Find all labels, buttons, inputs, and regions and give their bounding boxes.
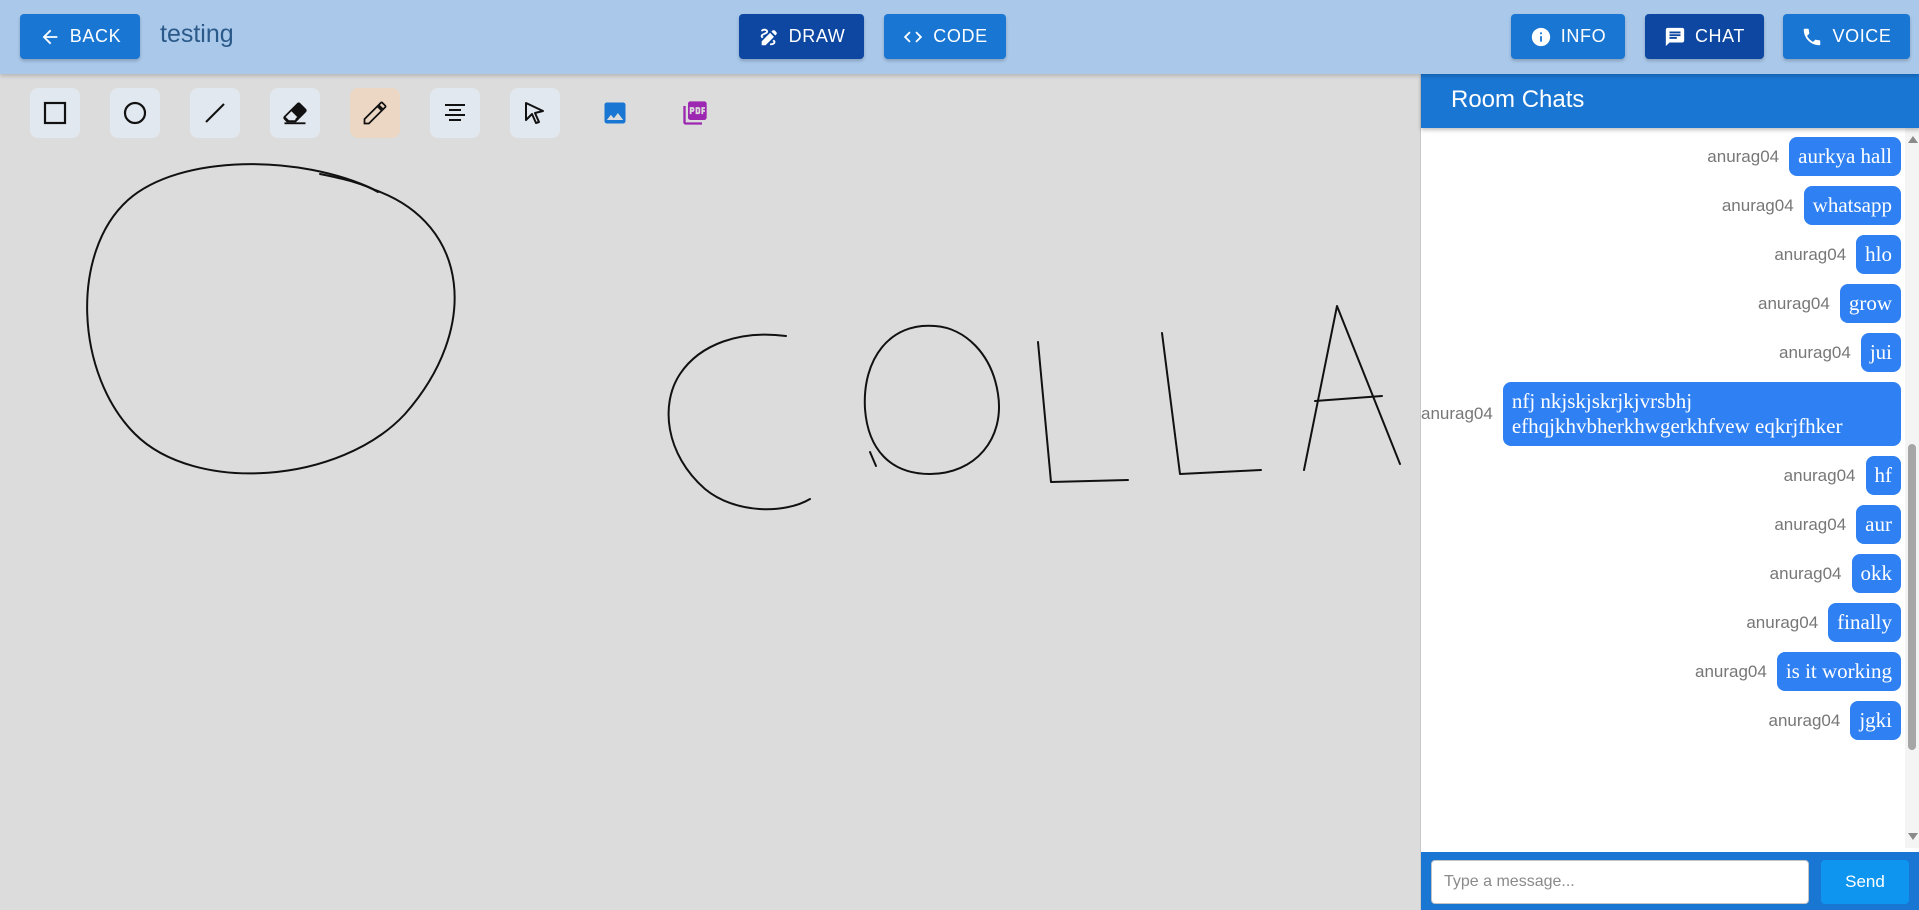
chat-message: anurag04 finally bbox=[1746, 603, 1901, 642]
message-username: anurag04 bbox=[1694, 661, 1767, 681]
message-bubble: jgki bbox=[1850, 701, 1901, 740]
chat-message: anurag04 jui bbox=[1779, 333, 1901, 372]
code-label: CODE bbox=[933, 26, 988, 46]
message-bubble: aur bbox=[1856, 505, 1901, 544]
info-icon bbox=[1531, 27, 1550, 46]
chat-header-title: Room Chats bbox=[1421, 74, 1919, 128]
scroll-up-arrow-icon[interactable] bbox=[1908, 136, 1918, 143]
send-button[interactable]: Send bbox=[1821, 860, 1909, 904]
drawing-canvas[interactable] bbox=[0, 74, 1420, 910]
chat-message: anurag04 okk bbox=[1770, 554, 1901, 593]
message-bubble: finally bbox=[1828, 603, 1901, 642]
message-bubble: is it working bbox=[1776, 652, 1901, 691]
draw-icon bbox=[760, 28, 777, 45]
chat-message: anurag04 jgki bbox=[1768, 701, 1901, 740]
message-bubble: whatsapp bbox=[1803, 186, 1901, 225]
message-username: anurag04 bbox=[1774, 514, 1847, 534]
voice-label: VOICE bbox=[1832, 26, 1892, 46]
back-label: BACK bbox=[69, 26, 122, 46]
freehand-drawing bbox=[86, 163, 1401, 511]
message-username: anurag04 bbox=[1768, 710, 1841, 730]
info-button[interactable]: INFO bbox=[1511, 14, 1625, 59]
chat-message: anurag04 whatsapp bbox=[1722, 186, 1901, 225]
message-input[interactable] bbox=[1431, 860, 1809, 904]
message-bubble: jui bbox=[1860, 333, 1901, 372]
arrow-left-icon bbox=[42, 29, 58, 44]
drawn-letter-l1 bbox=[1037, 341, 1129, 483]
back-button[interactable]: BACK bbox=[20, 14, 140, 59]
message-username: anurag04 bbox=[1757, 293, 1830, 313]
chat-message: anurag04 grow bbox=[1758, 284, 1901, 323]
message-bubble: okk bbox=[1851, 554, 1901, 593]
chat-message: anurag04 hlo bbox=[1774, 235, 1901, 274]
message-bubble: nfj nkjskjskrjkjvrsbhj efhqjkhvbherkhwge… bbox=[1502, 382, 1901, 446]
message-bubble: grow bbox=[1839, 284, 1901, 323]
message-username: anurag04 bbox=[1746, 612, 1819, 632]
phone-icon bbox=[1804, 28, 1821, 45]
chat-message-list[interactable]: anurag04 whatsapp anurag04 aurkya hall a… bbox=[1421, 128, 1901, 848]
message-username: anurag04 bbox=[1778, 342, 1851, 362]
message-username: anurag04 bbox=[1774, 244, 1847, 264]
chat-message: anurag04 aur bbox=[1774, 505, 1901, 544]
top-app-bar: BACK testing DRAW CODE INFO CHAT VOICE bbox=[0, 0, 1919, 74]
message-username: anurag04 bbox=[1769, 563, 1842, 583]
drawn-letter-l2 bbox=[1161, 332, 1262, 475]
chat-message: anurag04 aurkya hall bbox=[1707, 137, 1901, 176]
code-icon bbox=[904, 31, 923, 42]
drawn-letter-a bbox=[1303, 305, 1401, 471]
chat-message: anurag04 nfj nkjskjskrjkjvrsbhj efhqjkhv… bbox=[1421, 382, 1901, 446]
info-label: INFO bbox=[1560, 26, 1607, 46]
code-button[interactable]: CODE bbox=[884, 14, 1006, 59]
scroll-thumb[interactable] bbox=[1908, 444, 1916, 750]
draw-label: DRAW bbox=[788, 26, 846, 46]
message-username: anurag04 bbox=[1721, 195, 1794, 215]
message-bubble: hf bbox=[1865, 456, 1901, 495]
room-name: testing bbox=[160, 20, 234, 48]
chat-panel: Room Chats anurag04 whatsapp anurag04 au… bbox=[1420, 74, 1919, 910]
chat-scrollbar[interactable] bbox=[1905, 128, 1919, 848]
drawn-letter-c bbox=[667, 333, 811, 511]
message-username: anurag04 bbox=[1421, 404, 1493, 423]
drawn-letter-o bbox=[863, 324, 1000, 475]
chat-message: anurag04 is it working bbox=[1695, 652, 1901, 691]
chat-icon bbox=[1665, 27, 1685, 46]
message-username: anurag04 bbox=[1707, 146, 1780, 166]
message-bubble: hlo bbox=[1856, 235, 1901, 274]
chat-message: anurag04 hf bbox=[1784, 456, 1901, 495]
draw-button[interactable]: DRAW bbox=[739, 14, 864, 59]
voice-button[interactable]: VOICE bbox=[1783, 14, 1910, 59]
message-username: anurag04 bbox=[1783, 465, 1856, 485]
drawn-circle bbox=[86, 163, 456, 475]
message-composer: Send bbox=[1421, 852, 1919, 910]
message-bubble: aurkya hall bbox=[1789, 137, 1901, 176]
chat-button[interactable]: CHAT bbox=[1645, 14, 1764, 59]
scroll-down-arrow-icon[interactable] bbox=[1908, 833, 1918, 840]
chat-label: CHAT bbox=[1694, 26, 1746, 46]
